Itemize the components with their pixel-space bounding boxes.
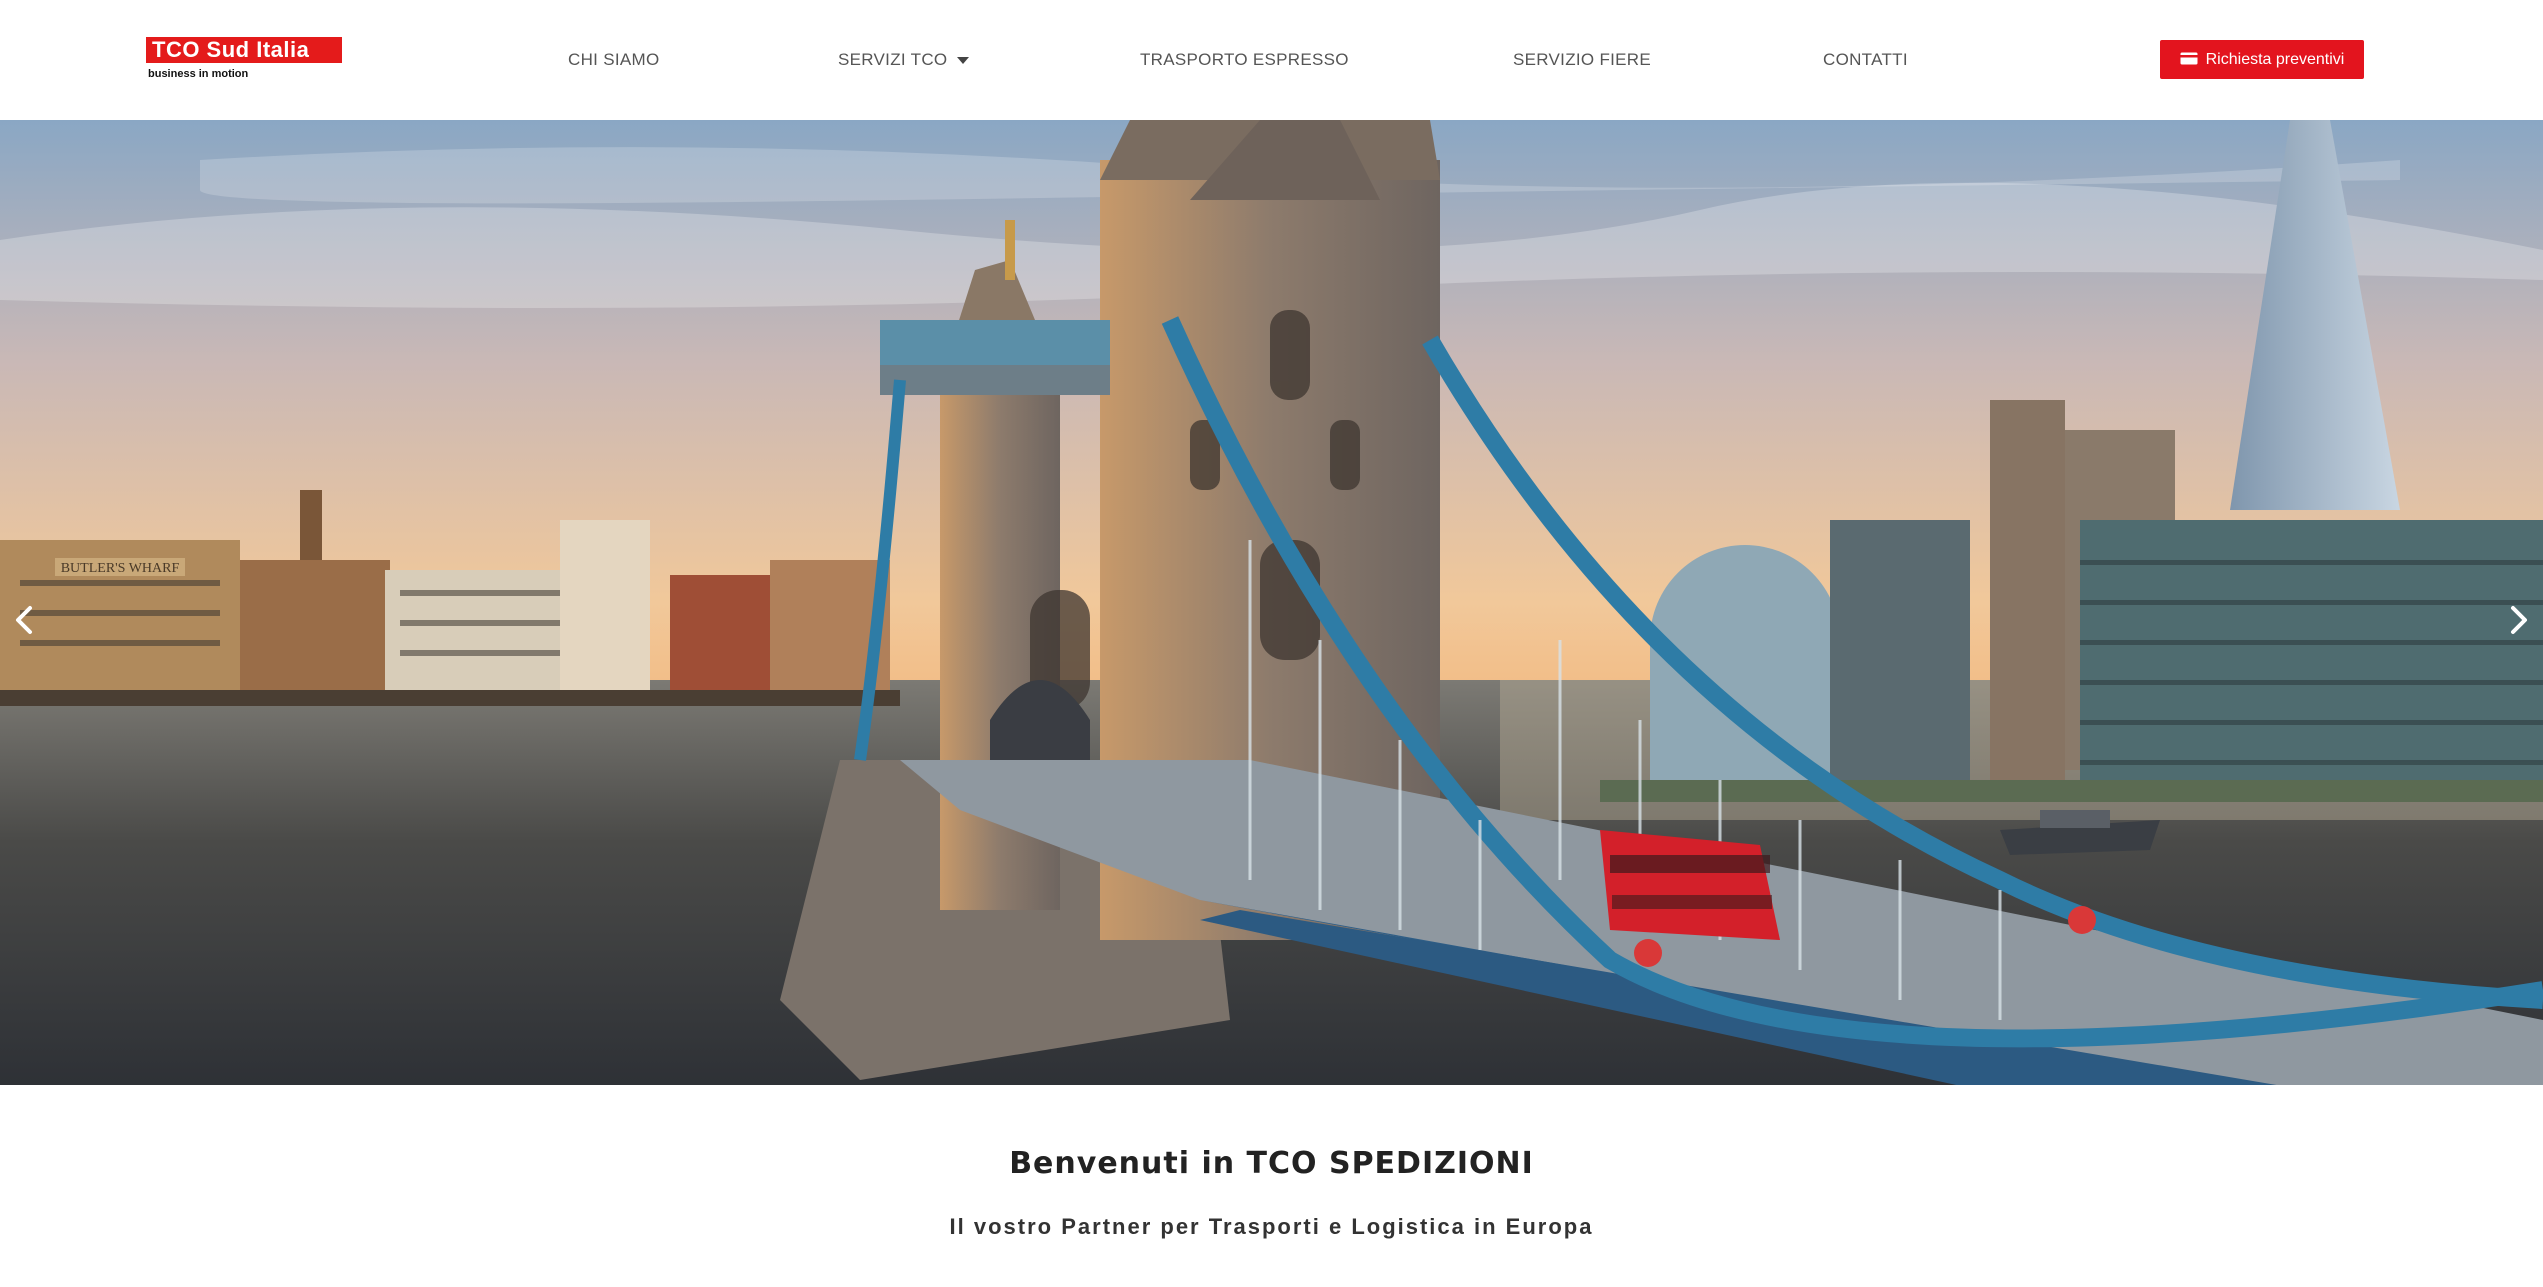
nav-item-label: TRASPORTO ESPRESSO (1140, 50, 1349, 69)
hero-image-text: BUTLER'S WHARF (61, 561, 180, 576)
nav-item-servizi-tco[interactable]: SERVIZI TCO (838, 47, 970, 73)
quote-request-label: Richiesta preventivi (2205, 51, 2345, 68)
nav-item-contatti[interactable]: CONTATTI (1823, 47, 1908, 73)
credit-card-icon (2180, 52, 2198, 65)
intro-subtitle: Il vostro Partner per Trasporti e Logist… (949, 1214, 1594, 1239)
chevron-right-icon[interactable] (2499, 590, 2539, 650)
logo-text: TCO Sud Italia (146, 37, 342, 63)
nav-item-servizio-fiere[interactable]: SERVIZIO FIERE (1513, 47, 1651, 73)
nav-item-label: SERVIZIO FIERE (1513, 50, 1652, 69)
site-header: TCO Sud Italia business in motion CHI SI… (0, 0, 2543, 120)
chevron-left-icon[interactable] (4, 590, 44, 650)
hero-image-tower-bridge: BUTLER'S WHARF (0, 120, 2543, 1085)
nav-item-label: SERVIZI TCO (838, 50, 948, 69)
caret-down-icon (957, 57, 970, 65)
nav-item-chi-siamo[interactable]: CHI SIAMO (568, 47, 660, 73)
nav-item-trasporto-espresso[interactable]: TRASPORTO ESPRESSO (1140, 47, 1349, 73)
logo-tagline: business in motion (148, 68, 249, 80)
intro-title: Benvenuti in TCO SPEDIZIONI (1009, 1146, 1534, 1181)
logo[interactable]: TCO Sud Italia business in motion (146, 37, 342, 83)
quote-request-button[interactable]: Richiesta preventivi (2160, 40, 2364, 79)
hero-slider: BUTLER'S WHARF (0, 120, 2543, 1085)
nav-item-label: CHI SIAMO (568, 50, 660, 69)
nav-item-label: CONTATTI (1823, 50, 1908, 69)
